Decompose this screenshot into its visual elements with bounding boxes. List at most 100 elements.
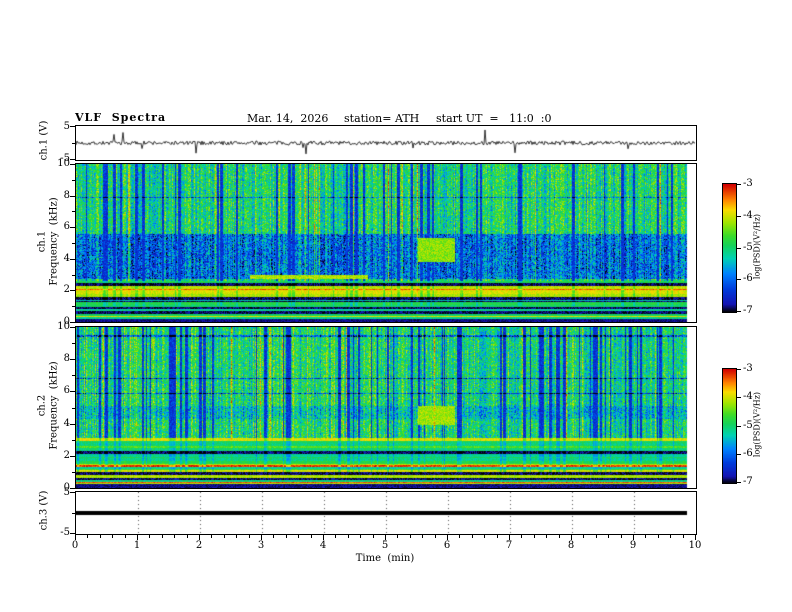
tick-mark <box>273 535 274 538</box>
time-tick-label: 5 <box>381 540 389 551</box>
colorbar-ch1 <box>722 183 737 313</box>
tick-mark <box>70 196 75 197</box>
frequency-tick-label: 6 <box>63 221 70 232</box>
voltage-tick-label: -5 <box>60 527 70 538</box>
colorbar-tick-label: -3 <box>743 363 753 374</box>
frequency-tick-label: 2 <box>63 450 70 461</box>
colorbar-tick-label: -6 <box>743 273 753 284</box>
tick-mark <box>70 290 75 291</box>
tick-mark <box>435 535 436 538</box>
time-tick-label: 8 <box>567 540 575 551</box>
colorbar-tick-label: -3 <box>743 178 753 189</box>
tick-mark <box>72 472 75 473</box>
tick-mark <box>298 535 299 538</box>
tick-mark <box>70 259 75 260</box>
time-tick-label: 3 <box>257 540 265 551</box>
frequency-tick-label: 4 <box>63 253 70 264</box>
tick-mark <box>72 275 75 276</box>
tick-mark <box>72 440 75 441</box>
time-axis-label: Time (min) <box>355 553 415 564</box>
tick-mark <box>70 488 75 489</box>
ch1-channel-label: ch.1 <box>36 230 48 253</box>
station-label: station= ATH <box>344 112 420 125</box>
colorbar-tick-label: -6 <box>743 448 753 459</box>
tick-mark <box>72 343 75 344</box>
tick-mark <box>472 535 473 538</box>
tick-mark <box>737 454 741 455</box>
tick-mark <box>658 535 659 538</box>
tick-mark <box>174 535 175 538</box>
time-tick-label: 6 <box>443 540 451 551</box>
tick-mark <box>187 535 188 538</box>
tick-mark <box>149 535 150 538</box>
tick-mark <box>410 535 411 538</box>
tick-mark <box>112 535 113 538</box>
tick-mark <box>72 306 75 307</box>
time-tick-label: 7 <box>505 540 513 551</box>
tick-mark <box>737 279 741 280</box>
tick-mark <box>211 535 212 538</box>
time-tick-label: 4 <box>319 540 327 551</box>
time-tick-label: 10 <box>688 540 702 551</box>
tick-mark <box>236 535 237 538</box>
tick-mark <box>70 327 75 328</box>
tick-mark <box>737 184 741 185</box>
tick-mark <box>70 159 75 160</box>
start-ut-label: start UT = 11:0 :0 <box>436 112 552 125</box>
tick-mark <box>72 243 75 244</box>
tick-mark <box>311 535 312 538</box>
tick-mark <box>546 535 547 538</box>
tick-mark <box>645 535 646 538</box>
time-tick-label: 1 <box>133 540 141 551</box>
tick-mark <box>70 492 75 493</box>
tick-mark <box>70 456 75 457</box>
tick-mark <box>72 375 75 376</box>
ch2-channel-label: ch.2 <box>36 394 48 417</box>
colorbar-tick-label: -5 <box>743 242 753 253</box>
voltage-tick-label: 5 <box>63 121 70 132</box>
time-tick-label: 9 <box>629 540 637 551</box>
tick-mark <box>70 533 75 534</box>
tick-mark <box>484 535 485 538</box>
tick-mark <box>70 227 75 228</box>
tick-mark <box>422 535 423 538</box>
tick-mark <box>72 513 75 514</box>
tick-mark <box>100 535 101 538</box>
vlf-spectra-figure: VLF Spectra Mar. 14, 2026 station= ATH s… <box>0 0 792 612</box>
tick-mark <box>737 216 741 217</box>
tick-mark <box>72 180 75 181</box>
ch3-waveform-panel <box>75 491 697 535</box>
colorbar-tick-label: -5 <box>743 420 753 431</box>
voltage-tick-label: 5 <box>63 487 70 498</box>
tick-mark <box>373 535 374 538</box>
tick-mark <box>72 143 75 144</box>
frequency-tick-label: 4 <box>63 418 70 429</box>
ch1-spectrogram-panel <box>75 163 697 323</box>
tick-mark <box>737 369 741 370</box>
ch1-waveform-panel <box>75 125 697 161</box>
tick-mark <box>224 535 225 538</box>
tick-mark <box>737 248 741 249</box>
tick-mark <box>583 535 584 538</box>
tick-mark <box>70 391 75 392</box>
ch2-spectrogram-panel <box>75 326 697 489</box>
ch1-voltage-axis-label: ch.1 (V) <box>38 120 50 161</box>
tick-mark <box>70 126 75 127</box>
ch3-voltage-axis-label: ch.3 (V) <box>38 490 50 531</box>
tick-mark <box>459 535 460 538</box>
tick-mark <box>249 535 250 538</box>
tick-mark <box>348 535 349 538</box>
tick-mark <box>70 322 75 323</box>
colorbar-tick-label: -4 <box>743 210 753 221</box>
ch2-spectrogram-canvas <box>76 327 696 488</box>
tick-mark <box>621 535 622 538</box>
tick-mark <box>737 311 741 312</box>
tick-mark <box>72 408 75 409</box>
plot-title: VLF Spectra <box>75 111 167 124</box>
colorbar-ch2 <box>722 368 737 484</box>
ch3-waveform-canvas <box>76 492 696 534</box>
frequency-tick-label: 2 <box>63 284 70 295</box>
tick-mark <box>608 535 609 538</box>
ch1-waveform-canvas <box>76 126 696 160</box>
tick-mark <box>683 535 684 538</box>
